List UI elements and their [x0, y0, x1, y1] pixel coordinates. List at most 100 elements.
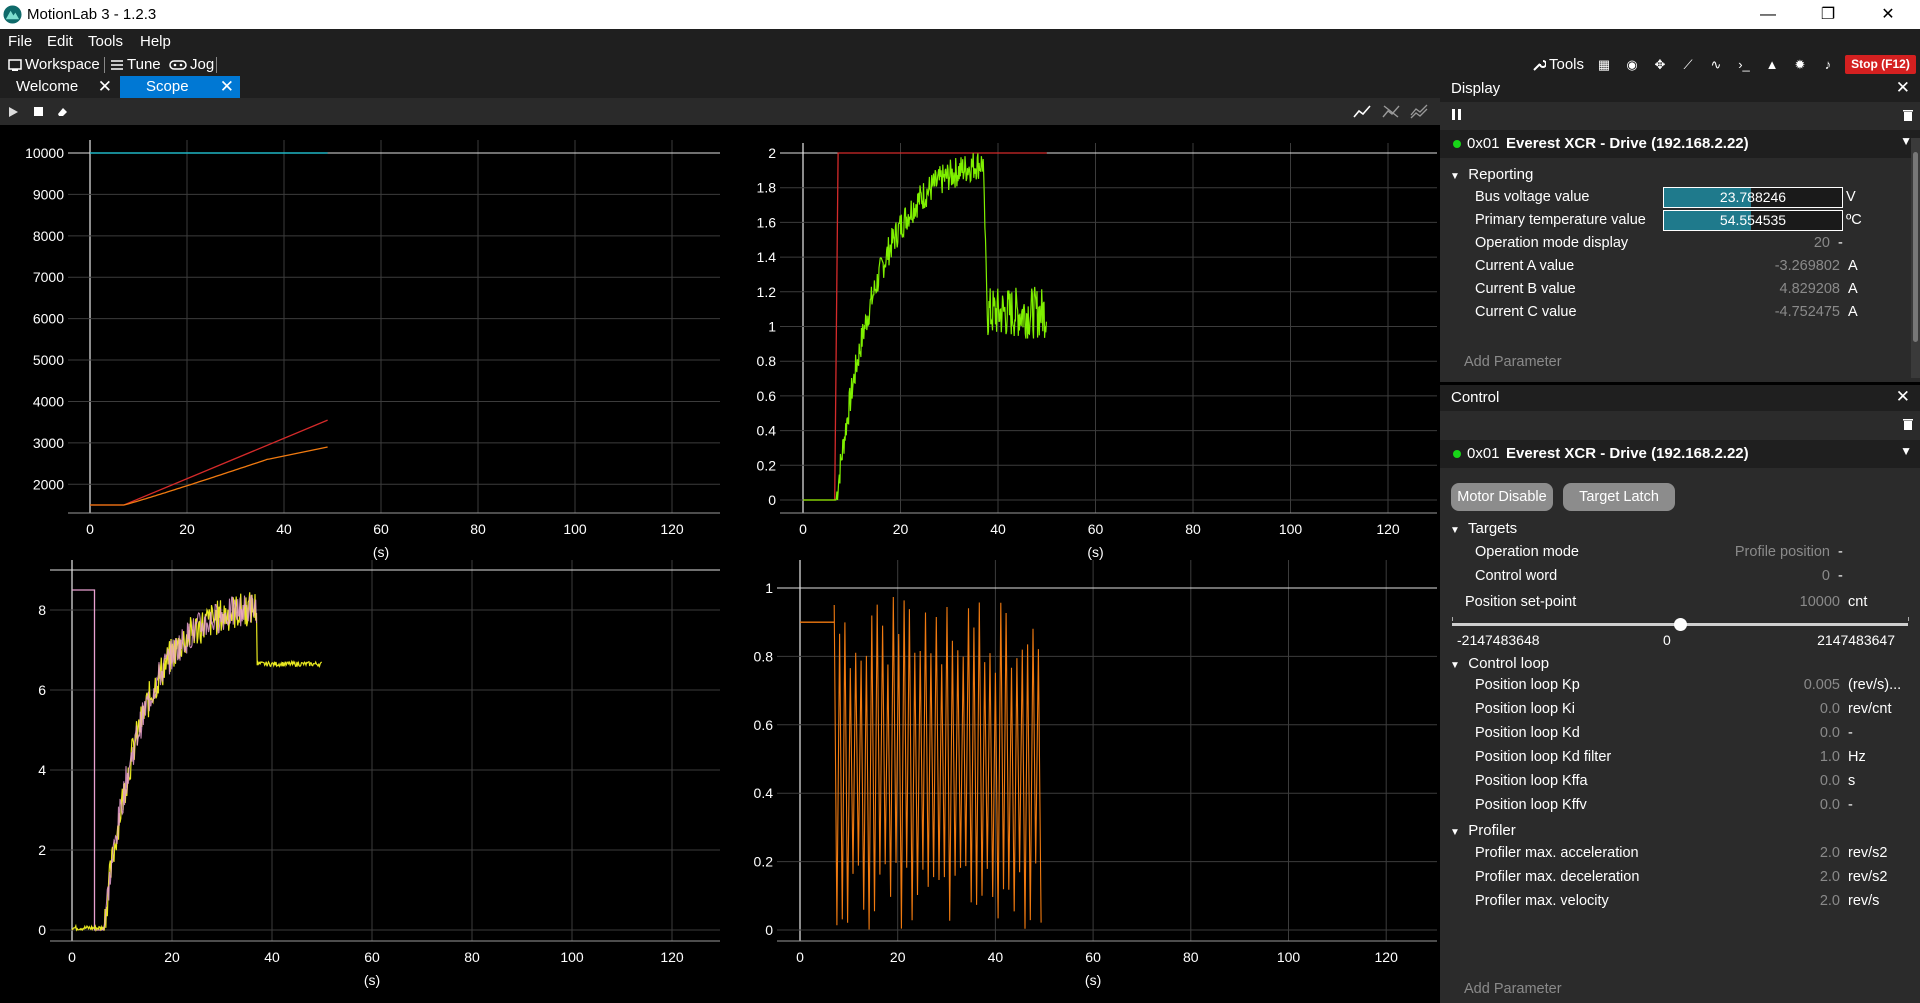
slider-min-label: -2147483648: [1457, 632, 1540, 648]
param-value[interactable]: 1.0: [1820, 749, 1840, 765]
plot-bottom-right-x-tick-label: 20: [890, 949, 906, 965]
tab-welcome[interactable]: Welcome ✕: [0, 76, 118, 98]
play-icon[interactable]: [8, 106, 19, 118]
bell-icon[interactable]: ♪: [1819, 56, 1837, 74]
scope-plot-area[interactable]: 0 20 40 60 80 100 1202000300040005000600070008…: [0, 125, 1440, 1003]
trend-off-icon[interactable]: [1382, 103, 1400, 119]
param-row-operation-mode: Operation mode Profile position -: [1440, 542, 1910, 564]
move-icon[interactable]: ✥: [1651, 56, 1669, 74]
close-icon[interactable]: ✕: [220, 76, 234, 98]
minimize-button[interactable]: —: [1740, 0, 1796, 29]
control-loop-section-toggle[interactable]: ▼ Control loop: [1450, 655, 1549, 672]
display-device-header[interactable]: 0x01 Everest XCR - Drive (192.168.2.22) …: [1440, 130, 1920, 158]
warning-icon[interactable]: ▲: [1763, 56, 1781, 74]
param-row-max-deceleration: Profiler max. deceleration 2.0 rev/s2: [1440, 867, 1910, 889]
reporting-section-toggle[interactable]: ▼ Reporting: [1450, 166, 1533, 183]
profiler-section-toggle[interactable]: ▼ Profiler: [1450, 822, 1516, 839]
display-scrollbar[interactable]: [1911, 138, 1920, 378]
table-icon[interactable]: ▦: [1595, 56, 1613, 74]
control-device-header[interactable]: 0x01 Everest XCR - Drive (192.168.2.22) …: [1440, 440, 1920, 468]
param-value[interactable]: 10000: [1800, 594, 1840, 610]
tab-scope[interactable]: Scope ✕: [120, 76, 240, 98]
tools-label: Tools: [1549, 56, 1585, 73]
param-row-current-b: Current B value 4.829208 A: [1440, 279, 1910, 301]
chevron-down-icon: ▼: [1450, 171, 1460, 182]
add-parameter-button[interactable]: Add Parameter: [1464, 981, 1562, 997]
wrench-icon: [1533, 59, 1546, 71]
jog-button[interactable]: Jog: [169, 56, 214, 73]
param-label: Position loop Kd filter: [1475, 749, 1612, 765]
menu-tools[interactable]: Tools: [88, 33, 123, 50]
param-value[interactable]: 0.0: [1820, 701, 1840, 717]
plot-bottom-left-x-tick-label: 20: [164, 949, 180, 965]
stop-icon[interactable]: [33, 106, 44, 117]
toolbar-divider: [104, 57, 105, 73]
param-value[interactable]: 0.0: [1820, 725, 1840, 741]
plot-bottom-right-x-tick-label: 120: [1375, 949, 1399, 965]
param-row-kd-filter: Position loop Kd filter 1.0 Hz: [1440, 747, 1910, 769]
trend-multi-icon[interactable]: [1410, 103, 1428, 119]
menu-help[interactable]: Help: [140, 33, 171, 50]
param-value[interactable]: Profile position: [1735, 544, 1830, 560]
reporting-section-label: Reporting: [1468, 166, 1534, 183]
close-icon[interactable]: ✕: [1896, 78, 1910, 98]
plot-top-right-x-tick-label: 0: [799, 521, 807, 537]
trend-icon[interactable]: [1353, 103, 1371, 119]
param-value[interactable]: 0.0: [1820, 797, 1840, 813]
stop-button[interactable]: Stop (F12): [1845, 55, 1916, 74]
workspace-icon: [8, 58, 22, 71]
param-value[interactable]: 2.0: [1820, 893, 1840, 909]
param-value: 20: [1813, 235, 1830, 251]
param-value[interactable]: 0.005: [1804, 677, 1840, 693]
plot-top-left-y-tick-label: 3000: [33, 435, 64, 451]
plot-top-right-x-tick-label: 60: [1088, 521, 1104, 537]
plot-top-right-y-tick-label: 1.2: [757, 284, 777, 300]
close-icon[interactable]: ✕: [1896, 387, 1910, 407]
terminal-icon[interactable]: ›_: [1735, 56, 1753, 74]
signal-icon[interactable]: ∿: [1707, 56, 1725, 74]
trash-icon[interactable]: [1903, 109, 1913, 121]
targets-section-toggle[interactable]: ▼ Targets: [1450, 520, 1517, 537]
maximize-button[interactable]: ❐: [1800, 0, 1856, 29]
tools-button[interactable]: Tools: [1532, 56, 1584, 73]
device-name: Everest XCR - Drive (192.168.2.22): [1506, 445, 1749, 462]
plot-top-right-x-tick-label: 20: [893, 521, 909, 537]
close-window-button[interactable]: ✕: [1860, 0, 1916, 29]
param-unit: s: [1848, 773, 1856, 789]
param-label: Current B value: [1475, 281, 1576, 297]
menu-edit[interactable]: Edit: [47, 33, 73, 50]
motor-disable-button[interactable]: Motor Disable: [1451, 483, 1553, 511]
param-row-bus-voltage: Bus voltage value 23.788246 V: [1440, 187, 1910, 209]
plot-top-right-y-tick-label: 1.8: [757, 180, 777, 196]
param-value[interactable]: 2.0: [1820, 845, 1840, 861]
slider-thumb[interactable]: [1674, 618, 1687, 631]
slider-mid-label: 0: [1663, 632, 1671, 648]
close-icon[interactable]: ✕: [98, 76, 112, 98]
param-value[interactable]: 0.0: [1820, 773, 1840, 789]
plot-top-right-x-unit-label: (s): [1087, 544, 1103, 560]
tab-scope-label: Scope: [146, 78, 189, 95]
chart-icon[interactable]: ⟋: [1679, 56, 1697, 74]
param-value[interactable]: 0: [1822, 568, 1830, 584]
plot-bottom-left-y-tick-label: 8: [38, 602, 46, 618]
tune-button[interactable]: Tune: [110, 56, 161, 73]
pause-icon[interactable]: [1452, 109, 1461, 120]
plot-bottom-left-x-tick-label: 120: [660, 949, 684, 965]
eraser-icon[interactable]: [56, 105, 69, 118]
plot-top-right-y-tick-label: 0: [768, 492, 776, 508]
menu-file[interactable]: File: [8, 33, 32, 50]
add-parameter-button[interactable]: Add Parameter: [1464, 354, 1562, 370]
scrollbar-thumb[interactable]: [1913, 152, 1918, 342]
param-value[interactable]: 2.0: [1820, 869, 1840, 885]
plot-top-left-y-tick-label: 2000: [33, 476, 64, 492]
trash-icon[interactable]: [1903, 418, 1913, 430]
targets-section-label: Targets: [1467, 520, 1518, 537]
param-row-kp: Position loop Kp 0.005 (rev/s)...: [1440, 675, 1910, 697]
target-latch-button[interactable]: Target Latch: [1563, 483, 1675, 511]
chevron-down-icon[interactable]: ▼: [1900, 444, 1912, 458]
workspace-button[interactable]: Workspace: [8, 56, 100, 73]
param-label: Primary temperature value: [1475, 212, 1646, 228]
param-row-kffv: Position loop Kffv 0.0 -: [1440, 795, 1910, 817]
gear-icon[interactable]: ✹: [1791, 56, 1809, 74]
eye-icon[interactable]: ◉: [1623, 56, 1641, 74]
